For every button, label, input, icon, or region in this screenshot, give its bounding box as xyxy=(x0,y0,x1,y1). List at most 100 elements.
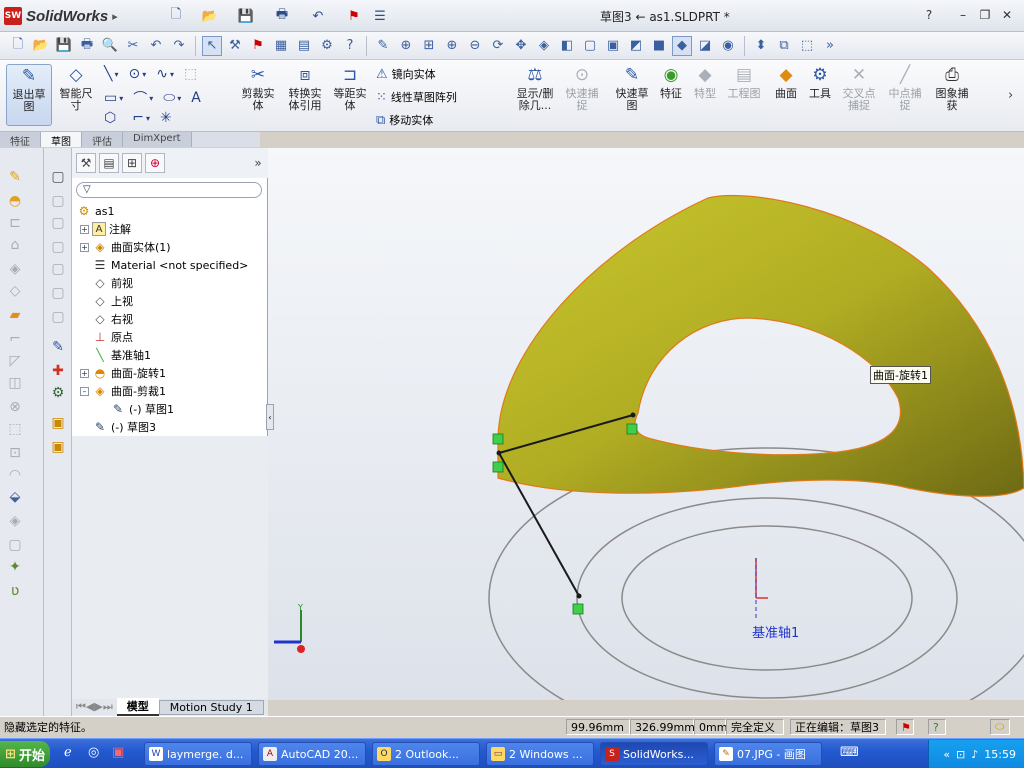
rebuild-status-icon[interactable]: ⚑ xyxy=(896,719,914,735)
save-icon[interactable]: 💾 xyxy=(236,6,256,26)
ellipse-icon[interactable]: ⬭ xyxy=(163,90,175,106)
intersection-snap-button[interactable]: ✕ 交叉点捕捉 xyxy=(838,64,880,126)
tree-item-sketch3[interactable]: ✎ (-) 草图3 xyxy=(92,418,156,436)
tree-item-top-plane[interactable]: ◇ 上视 xyxy=(92,292,133,310)
properties-icon[interactable]: ▤ xyxy=(294,36,314,56)
keyboard-icon[interactable]: ⌨ xyxy=(840,745,859,760)
relation-marker[interactable] xyxy=(572,603,584,615)
rebuild-std-icon[interactable]: ⚒ xyxy=(225,36,245,56)
special-button[interactable]: ◆ 特型 xyxy=(690,64,720,126)
expand-fm-icon[interactable]: » xyxy=(248,153,268,173)
help-status-icon[interactable]: ? xyxy=(928,719,946,735)
help-icon[interactable]: ? xyxy=(920,6,938,24)
explorer-icon[interactable]: ◎ xyxy=(88,745,99,760)
midpoint-snap-button[interactable]: ╱ 中点捕捉 xyxy=(884,64,926,126)
dome-icon[interactable]: ◠ xyxy=(5,466,25,484)
convert-entities-button[interactable]: ⧈ 转换实体引用 xyxy=(284,64,326,126)
task-solidworks[interactable]: S SolidWorks... xyxy=(600,742,708,766)
surfaces-button[interactable]: ◆ 曲面 xyxy=(770,64,802,126)
linear-pattern-button[interactable]: ⁙ 线性草图阵列 xyxy=(376,89,457,105)
smart-dimension-button[interactable]: ◇ 智能尺寸 xyxy=(56,64,96,126)
start-button[interactable]: ⊞ 开始 xyxy=(0,741,50,767)
dimxpert-manager-tab-icon[interactable]: ⊕ xyxy=(145,153,165,173)
sketch-brush-icon[interactable]: ✎ xyxy=(5,168,25,186)
task-laymerge[interactable]: Wlaymerge. d... xyxy=(144,742,252,766)
reference-geometry-icon[interactable]: ✦ xyxy=(5,558,25,576)
grid-icon[interactable]: ▦ xyxy=(271,36,291,56)
polygon-icon[interactable]: ⬡ xyxy=(104,110,116,126)
move-entities-button[interactable]: ⧉ 移动实体 xyxy=(376,112,433,128)
print-preview-icon[interactable]: 🔍 xyxy=(100,36,120,56)
cut-icon[interactable]: ✂ xyxy=(123,36,143,56)
help-std-icon[interactable]: ? xyxy=(340,36,360,56)
image-capture-button[interactable]: ⎙ 图象捕获 xyxy=(930,64,974,126)
tools-button[interactable]: ⚙ 工具 xyxy=(804,64,836,126)
box5-icon[interactable]: ▢ xyxy=(48,284,68,302)
shell-icon[interactable]: ◫ xyxy=(5,374,25,392)
box-icon[interactable]: ▢ xyxy=(48,192,68,210)
tab-model[interactable]: 模型 xyxy=(116,698,159,716)
pan-icon[interactable]: ✥ xyxy=(511,36,531,56)
rebuild-icon[interactable]: ⚑ xyxy=(344,6,364,26)
tree-item-surface-bodies[interactable]: + ◈ 曲面实体(1) xyxy=(80,238,171,256)
loft-icon[interactable]: ◈ xyxy=(5,260,25,278)
undo-std-icon[interactable]: ↶ xyxy=(146,36,166,56)
graphics-area[interactable]: Y 曲面-旋转1 基准轴1 xyxy=(268,148,1024,700)
box2-icon[interactable]: ▢ xyxy=(48,214,68,232)
open-icon[interactable]: 📂 xyxy=(200,6,220,26)
offset-entities-button[interactable]: ⊐ 等距实体 xyxy=(330,64,370,126)
chamfer-icon[interactable]: ◸ xyxy=(5,352,25,370)
rib-icon[interactable]: ⬚ xyxy=(5,420,25,438)
restore-button[interactable]: ❐ xyxy=(976,6,994,24)
more-commands-icon[interactable]: › xyxy=(1008,88,1013,103)
boundary-icon[interactable]: ◇ xyxy=(5,282,25,300)
network-icon[interactable]: ⊡ xyxy=(956,748,965,761)
tag-icon[interactable]: ⬭ xyxy=(990,719,1010,735)
revolved-surface[interactable] xyxy=(497,195,1024,497)
sweep-icon[interactable]: ⌂ xyxy=(5,236,25,254)
rotate-icon[interactable]: ⟳ xyxy=(488,36,508,56)
property-manager-tab-icon[interactable]: ▤ xyxy=(99,153,119,173)
rectangle-icon[interactable]: ▭ xyxy=(104,90,117,106)
quick-snap-button[interactable]: ⊙ 快速捕捉 xyxy=(562,64,602,126)
box3-icon[interactable]: ▢ xyxy=(48,238,68,256)
shadows-icon[interactable]: ◪ xyxy=(695,36,715,56)
undo-icon[interactable]: ↶ xyxy=(308,6,328,26)
tree-item-annotations[interactable]: + A 注解 xyxy=(80,220,131,238)
zoom-area-icon[interactable]: ⊞ xyxy=(419,36,439,56)
tree-item-surface-revolve1[interactable]: + ◓ 曲面-旋转1 xyxy=(80,364,166,382)
minimize-button[interactable]: – xyxy=(954,6,972,24)
hole-icon[interactable]: ⬙ xyxy=(5,488,25,506)
trim-entities-button[interactable]: ✂ 剪裁实体 xyxy=(238,64,278,126)
point-icon[interactable]: ✳ xyxy=(160,110,172,126)
tab-motion-study[interactable]: Motion Study 1 xyxy=(158,699,264,715)
shaded-icon[interactable]: ■ xyxy=(649,36,669,56)
draft-icon[interactable]: ⊗ xyxy=(5,398,25,416)
new-doc-icon[interactable]: 🗋 xyxy=(8,36,28,56)
relation-marker[interactable] xyxy=(626,423,638,435)
realview-icon[interactable]: ◉ xyxy=(718,36,738,56)
tree-root[interactable]: ⚙ as1 xyxy=(76,202,115,220)
exit-sketch-button[interactable]: ✎ 退出草图 xyxy=(6,64,52,126)
print-icon[interactable]: 🖶 xyxy=(272,6,292,26)
add-relation-icon[interactable]: ✚ xyxy=(48,362,68,380)
wireframe-icon[interactable]: ▢ xyxy=(580,36,600,56)
relation-marker[interactable] xyxy=(492,461,504,473)
close-button[interactable]: ✕ xyxy=(998,6,1016,24)
volume-icon[interactable]: ♪ xyxy=(971,748,978,761)
expand-icon[interactable]: + xyxy=(80,242,89,252)
task-paint[interactable]: ✎ 07.JPG - 画图 xyxy=(714,742,822,766)
expand-icon[interactable]: + xyxy=(80,224,89,234)
perspective-icon[interactable]: ◆ xyxy=(672,35,692,56)
surface-icon[interactable]: ▰ xyxy=(5,306,25,324)
curves-icon[interactable]: ʋ xyxy=(5,582,25,600)
task-outlook[interactable]: O2 Outlook... xyxy=(372,742,480,766)
display-relations-icon[interactable]: ⚙ xyxy=(48,384,68,402)
ie-icon[interactable]: ℯ xyxy=(64,745,72,760)
zoom-in-icon[interactable]: ⊕ xyxy=(442,36,462,56)
new-icon[interactable]: 🗋 xyxy=(166,6,186,26)
tree-item-sketch1[interactable]: ✎ (-) 草图1 xyxy=(110,400,174,418)
arc-icon[interactable]: ⌒ xyxy=(133,88,147,108)
splitter-handle[interactable]: ‹ xyxy=(266,404,274,430)
block2-icon[interactable]: ▣ xyxy=(48,438,68,456)
